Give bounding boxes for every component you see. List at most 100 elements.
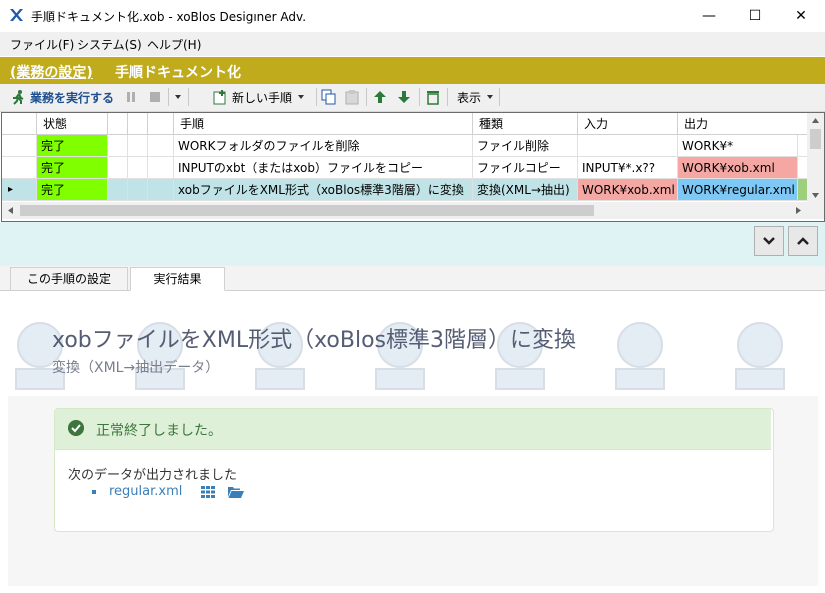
delete-button[interactable] bbox=[426, 87, 440, 107]
output-cell[interactable]: WORK¥regular.xml bbox=[678, 179, 798, 201]
step-subtitle: 変換（XML→抽出データ） bbox=[52, 360, 220, 376]
new-step-label: 新しい手順 bbox=[232, 90, 293, 105]
step-nav-panel bbox=[0, 222, 825, 266]
row-selector[interactable] bbox=[2, 135, 37, 157]
column-header-type[interactable]: 種類 bbox=[473, 113, 578, 135]
row-selector[interactable] bbox=[2, 157, 37, 179]
close-icon: ✕ bbox=[795, 8, 807, 24]
new-step-icon bbox=[213, 90, 226, 105]
maximize-button[interactable]: ☐ bbox=[732, 0, 778, 32]
step-grid: 状態 手順 種類 入力 出力 完了 WORKフォルダのファイルを削除 ファイル削除 W… bbox=[1, 112, 825, 222]
input-cell[interactable]: INPUT¥*.x?? bbox=[578, 157, 678, 179]
runner-icon bbox=[13, 90, 24, 105]
grid-cell[interactable] bbox=[108, 135, 128, 157]
bullet-icon bbox=[92, 490, 96, 494]
grid-view-icon[interactable] bbox=[201, 486, 215, 498]
collapse-button[interactable] bbox=[754, 226, 784, 256]
page-title: 手順ドキュメント化 bbox=[115, 65, 241, 81]
chevron-right-icon[interactable] bbox=[795, 206, 802, 215]
close-button[interactable]: ✕ bbox=[778, 0, 824, 32]
row-selector[interactable]: ▸ bbox=[2, 179, 37, 201]
view-menu-button[interactable]: 表示 bbox=[457, 87, 494, 107]
menu-file[interactable]: ファイル(F) bbox=[10, 36, 74, 53]
output-file-link[interactable]: regular.xml bbox=[109, 484, 182, 499]
run-task-button[interactable]: 業務を実行する bbox=[10, 87, 114, 107]
toolbar-separator bbox=[499, 88, 500, 106]
column-header-step[interactable]: 手順 bbox=[174, 113, 473, 135]
status-cell[interactable]: 完了 bbox=[37, 179, 108, 201]
move-down-button[interactable] bbox=[397, 87, 411, 107]
grid-cell[interactable] bbox=[148, 179, 174, 201]
input-cell[interactable]: WORK¥xob.xml bbox=[578, 179, 678, 201]
stop-button[interactable] bbox=[148, 87, 162, 107]
step-cell[interactable]: WORKフォルダのファイルを削除 bbox=[174, 135, 473, 157]
arrow-up-icon bbox=[374, 91, 386, 103]
stop-icon bbox=[150, 92, 160, 102]
horizontal-scrollbar[interactable] bbox=[2, 202, 824, 219]
toolbar-separator bbox=[419, 88, 420, 106]
grid-cell[interactable] bbox=[108, 157, 128, 179]
window-title: 手順ドキュメント化.xob - xoBlos Desigıner Adv. bbox=[31, 10, 307, 24]
grid-cell[interactable] bbox=[148, 157, 174, 179]
type-cell[interactable]: 変換(XML→抽出) bbox=[473, 179, 578, 201]
copy-icon bbox=[321, 89, 336, 105]
trash-icon bbox=[427, 91, 439, 105]
scrollbar-thumb[interactable] bbox=[20, 205, 594, 216]
expand-button[interactable] bbox=[788, 226, 818, 256]
menu-system[interactable]: システム(S) bbox=[77, 36, 142, 53]
vertical-scrollbar[interactable] bbox=[807, 113, 824, 202]
chevron-down-icon[interactable] bbox=[811, 192, 820, 199]
column-header-blank[interactable] bbox=[148, 113, 174, 135]
paste-button[interactable] bbox=[344, 87, 360, 107]
run-dropdown-button[interactable] bbox=[174, 87, 182, 107]
grid-cell[interactable] bbox=[128, 157, 148, 179]
column-header-blank[interactable] bbox=[108, 113, 128, 135]
step-cell[interactable]: INPUTのxbt（またはxob）ファイルをコピー bbox=[174, 157, 473, 179]
tab-execution-result[interactable]: 実行結果 bbox=[130, 267, 225, 291]
input-cell[interactable] bbox=[578, 135, 678, 157]
grid-cell[interactable] bbox=[128, 179, 148, 201]
step-cell[interactable]: xobファイルをXML形式（xoBlos標準3階層）に変換 bbox=[174, 179, 473, 201]
type-cell[interactable]: ファイルコピー bbox=[473, 157, 578, 179]
maximize-icon: ☐ bbox=[748, 8, 762, 24]
status-cell[interactable]: 完了 bbox=[37, 135, 108, 157]
step-title: xobファイルをXML形式（xoBlos標準3階層）に変換 bbox=[52, 328, 577, 353]
arrow-down-icon bbox=[398, 91, 410, 103]
menu-help[interactable]: ヘルプ(H) bbox=[147, 36, 201, 53]
status-cell[interactable]: 完了 bbox=[37, 157, 108, 179]
status-message: 正常終了しました。 bbox=[96, 423, 222, 439]
chevron-up-icon bbox=[797, 237, 809, 245]
chevron-up-icon[interactable] bbox=[811, 117, 820, 124]
column-header-input[interactable]: 入力 bbox=[578, 113, 678, 135]
run-task-label: 業務を実行する bbox=[30, 90, 115, 105]
output-cell[interactable]: WORK¥xob.xml bbox=[678, 157, 798, 179]
task-settings-link[interactable]: (業務の設定) bbox=[10, 62, 93, 82]
view-label: 表示 bbox=[457, 90, 482, 105]
tab-step-settings[interactable]: この手順の設定 bbox=[10, 267, 128, 290]
chevron-down-icon bbox=[763, 237, 775, 245]
move-up-button[interactable] bbox=[373, 87, 387, 107]
chevron-left-icon[interactable] bbox=[7, 206, 14, 215]
column-header-output[interactable]: 出力 bbox=[678, 113, 808, 135]
grid-cell[interactable] bbox=[128, 135, 148, 157]
chevron-down-icon bbox=[175, 95, 181, 99]
grid-cell[interactable] bbox=[108, 179, 128, 201]
scrollbar-thumb[interactable] bbox=[810, 129, 821, 149]
type-cell[interactable]: ファイル削除 bbox=[473, 135, 578, 157]
app-icon bbox=[10, 9, 23, 21]
minimize-button[interactable]: — bbox=[686, 0, 732, 32]
pause-button[interactable] bbox=[124, 87, 138, 107]
chevron-down-icon bbox=[487, 95, 494, 99]
pause-icon bbox=[127, 92, 135, 102]
toolbar-separator bbox=[366, 88, 367, 106]
column-header-blank[interactable] bbox=[128, 113, 148, 135]
row-header-corner bbox=[2, 113, 37, 135]
new-step-button[interactable]: 新しい手順 bbox=[212, 87, 305, 107]
output-message: 次のデータが出力されました bbox=[68, 468, 238, 483]
output-cell[interactable]: WORK¥* bbox=[678, 135, 798, 157]
grid-cell[interactable] bbox=[148, 135, 174, 157]
copy-button[interactable] bbox=[321, 87, 337, 107]
toolbar-separator bbox=[316, 88, 317, 106]
folder-open-icon[interactable] bbox=[228, 486, 244, 498]
column-header-status[interactable]: 状態 bbox=[37, 113, 108, 135]
